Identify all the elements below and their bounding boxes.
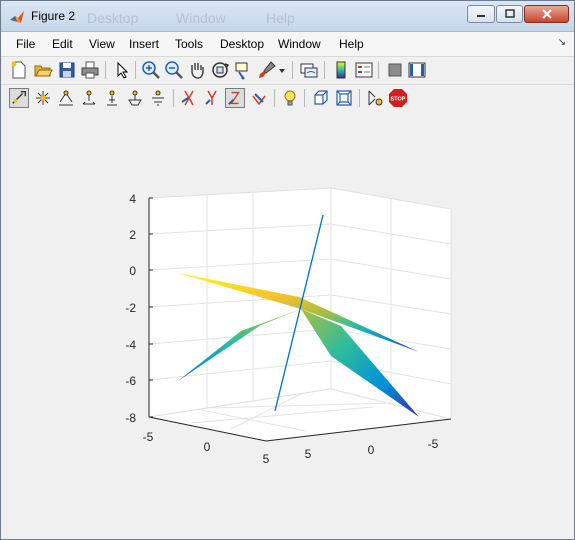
z-tick-label: -6 (125, 374, 136, 388)
y-tick-label: -5 (428, 437, 439, 451)
perspective-projection-icon[interactable] (334, 88, 354, 108)
x-tick-label: 5 (263, 452, 270, 466)
reset-camera-icon[interactable] (365, 88, 385, 108)
print-icon[interactable] (80, 60, 100, 80)
scene-light-icon[interactable] (280, 88, 300, 108)
orthographic-projection-icon[interactable] (311, 88, 331, 108)
camera-pan-tilt-icon[interactable] (56, 88, 76, 108)
toolbar-separator (105, 61, 106, 79)
camera-move-forward-icon[interactable] (102, 88, 122, 108)
data-cursor-icon[interactable] (233, 60, 253, 80)
ghost-menu-help: Help (266, 10, 295, 26)
z-tick-label: 0 (129, 264, 136, 278)
toolbar-separator (359, 89, 360, 107)
figure-toolbar (1, 57, 574, 85)
pan-hand-icon[interactable] (187, 60, 207, 80)
minimize-icon (477, 15, 485, 17)
stop-camera-icon[interactable]: STOP (388, 88, 408, 108)
ghost-menu-desktop: Desktop (87, 10, 139, 26)
minimize-button[interactable] (467, 5, 495, 23)
maximize-icon (504, 9, 515, 18)
camera-light-icon[interactable] (33, 88, 53, 108)
show-plot-tools-icon[interactable] (407, 60, 427, 80)
new-figure-icon[interactable] (9, 60, 29, 80)
x-principal-axis-icon[interactable] (179, 88, 199, 108)
menu-dock-arrow-icon[interactable]: ↘ (558, 37, 566, 48)
camera-orbit-icon[interactable] (9, 88, 29, 108)
camera-toolbar: STOP (1, 85, 574, 113)
toolbar-separator (324, 61, 325, 79)
menu-insert[interactable]: Insert (129, 37, 159, 51)
z-tick-label: -4 (125, 338, 136, 352)
no-principal-axis-icon[interactable] (249, 88, 269, 108)
menu-bar: File Edit View Insert Tools Desktop Wind… (1, 32, 574, 57)
legend-icon[interactable] (354, 60, 374, 80)
menu-desktop[interactable]: Desktop (220, 37, 264, 51)
x-tick-label: -5 (143, 430, 154, 444)
menu-help[interactable]: Help (339, 37, 364, 51)
save-icon[interactable] (57, 60, 77, 80)
hide-plot-tools-icon[interactable] (385, 60, 405, 80)
y-principal-axis-icon[interactable] (202, 88, 222, 108)
toolbar-separator (304, 89, 305, 107)
z-principal-axis-icon[interactable] (225, 88, 245, 108)
toolbar-separator (378, 61, 379, 79)
brush-dropdown-icon[interactable] (277, 60, 287, 80)
z-tick-label: 4 (129, 192, 136, 206)
rotate-3d-icon[interactable] (210, 60, 230, 80)
x-tick-label: 0 (204, 440, 211, 454)
camera-roll-icon[interactable] (148, 88, 168, 108)
menu-window[interactable]: Window (278, 37, 321, 51)
edit-plot-arrow-icon[interactable] (112, 60, 132, 80)
figure-window: Figure 2 Desktop Window Help File Edit V… (0, 0, 575, 540)
y-tick-label: 0 (368, 443, 375, 457)
axes-3d[interactable]: 4 2 0 -2 -4 -6 -8 -5 0 5 5 0 -5 (1, 111, 574, 539)
brush-icon[interactable] (257, 60, 277, 80)
zoom-in-icon[interactable] (141, 60, 161, 80)
matlab-logo-icon (10, 11, 24, 23)
camera-move-horizontal-icon[interactable] (79, 88, 99, 108)
toolbar-separator (173, 89, 174, 107)
toolbar-separator (135, 61, 136, 79)
maximize-button[interactable] (496, 5, 523, 23)
z-tick-label: -8 (125, 411, 136, 425)
menu-view[interactable]: View (89, 37, 115, 51)
toolbar-separator (274, 89, 275, 107)
title-bar[interactable]: Figure 2 Desktop Window Help (1, 1, 574, 32)
y-tick-labels: 5 0 -5 (305, 437, 439, 461)
zoom-out-icon[interactable] (164, 60, 184, 80)
menu-file[interactable]: File (16, 37, 35, 51)
colorbar-icon[interactable] (331, 60, 351, 80)
stop-label: STOP (391, 97, 406, 103)
z-tick-label: 2 (129, 228, 136, 242)
z-tick-label: -2 (125, 301, 136, 315)
camera-zoom-icon[interactable] (125, 88, 145, 108)
y-tick-label: 5 (305, 447, 312, 461)
figure-canvas[interactable]: 4 2 0 -2 -4 -6 -8 -5 0 5 5 0 -5 (1, 111, 574, 539)
z-tick-labels: 4 2 0 -2 -4 -6 -8 (125, 192, 136, 425)
close-icon (541, 9, 552, 19)
link-plot-icon[interactable] (299, 60, 319, 80)
menu-tools[interactable]: Tools (175, 37, 203, 51)
open-file-icon[interactable] (33, 60, 53, 80)
close-button[interactable] (524, 5, 569, 23)
menu-edit[interactable]: Edit (52, 37, 73, 51)
toolbar-separator (292, 61, 293, 79)
ghost-menu-window: Window (176, 10, 226, 26)
window-title: Figure 2 (31, 9, 76, 23)
